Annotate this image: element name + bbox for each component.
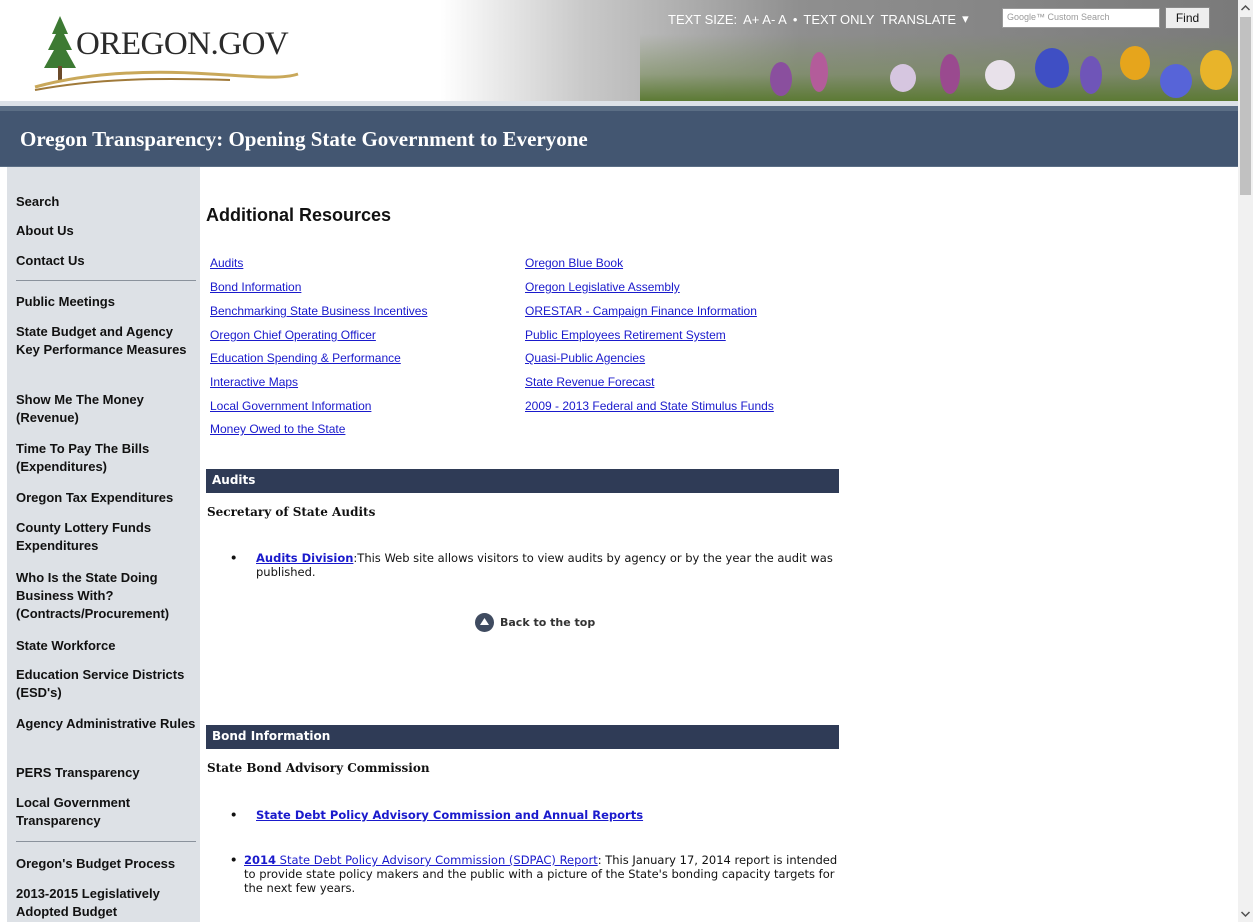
sidebar-item-pers[interactable]: PERS Transparency (16, 764, 196, 782)
tools-separator: • (792, 11, 798, 27)
text-only-link[interactable]: TEXT ONLY (803, 12, 874, 27)
resource-link[interactable]: Bond Information (210, 280, 301, 294)
logo-swoosh-icon (34, 70, 299, 91)
resource-link[interactable]: State Revenue Forecast (525, 375, 654, 389)
sidebar-divider (16, 280, 196, 281)
resource-link[interactable]: Benchmarking State Business Incentives (210, 304, 427, 318)
find-button[interactable]: Find (1165, 7, 1210, 29)
site-logo-text[interactable]: OREGON.GOV (76, 26, 289, 63)
banner-bar: Oregon Transparency: Opening State Gover… (0, 111, 1238, 166)
section-header-bonds: Bond Information (206, 725, 839, 749)
sidebar-item-state-workforce[interactable]: State Workforce (16, 637, 196, 655)
sidebar-nav: Search About Us Contact Us Public Meetin… (7, 167, 200, 922)
list-item: • 2014 State Debt Policy Advisory Commis… (230, 853, 840, 895)
translate-link[interactable]: TRANSLATE (880, 12, 956, 27)
page-title: Additional Resources (206, 205, 392, 225)
scroll-down-icon[interactable] (1238, 905, 1253, 922)
resource-link[interactable]: Oregon Blue Book (525, 256, 623, 270)
sdpac-year-link[interactable]: 2014 (244, 853, 276, 867)
scrollbar-thumb[interactable] (1240, 17, 1251, 195)
bullet-icon: • (230, 808, 238, 822)
sidebar-item-state-budget[interactable]: State Budget and Agency Key Performance … (16, 323, 196, 359)
back-to-top-label: Back to the top (500, 616, 596, 629)
sidebar-item-tax-expenditures[interactable]: Oregon Tax Expenditures (16, 489, 196, 507)
arrow-up-icon (475, 613, 494, 632)
section-title: Bond Information (212, 729, 331, 743)
search-input[interactable]: Google™ Custom Search (1002, 8, 1160, 28)
sidebar-item-admin-rules[interactable]: Agency Administrative Rules (16, 715, 196, 733)
text-size-options[interactable]: A+ A- A (743, 12, 787, 27)
sidebar-item-public-meetings[interactable]: Public Meetings (16, 293, 196, 311)
sidebar-item-about-us[interactable]: About Us (16, 222, 196, 240)
bullet-icon: • (230, 853, 238, 867)
sidebar-item-contact-us[interactable]: Contact Us (16, 252, 196, 270)
site-header: OREGON.GOV TEXT SIZE: A+ A- A • TEXT ONL… (0, 0, 1238, 101)
sidebar-item-contracts[interactable]: Who Is the State Doing Business With? (C… (16, 569, 196, 623)
resource-link[interactable]: ORESTAR - Campaign Finance Information (525, 304, 757, 318)
section-title: Audits (212, 473, 256, 487)
section-header-audits: Audits (206, 469, 839, 493)
sidebar-item-local-gov[interactable]: Local Government Transparency (16, 794, 196, 830)
chevron-down-icon[interactable]: ▾ (962, 11, 969, 27)
sidebar-item-budget-process[interactable]: Oregon's Budget Process (16, 855, 196, 873)
resource-link[interactable]: Money Owed to the State (210, 422, 345, 436)
resource-link[interactable]: Audits (210, 256, 243, 270)
resource-link[interactable]: Oregon Legislative Assembly (525, 280, 680, 294)
section-subheading: Secretary of State Audits (207, 505, 376, 519)
resource-link[interactable]: Quasi-Public Agencies (525, 351, 645, 365)
main-content: Additional Resources Audits Bond Informa… (200, 167, 1238, 922)
sidebar-item-county-lottery[interactable]: County Lottery Funds Expenditures (16, 519, 196, 555)
resource-link[interactable]: Local Government Information (210, 399, 371, 413)
page-scrollbar[interactable] (1238, 0, 1253, 922)
text-size-label: TEXT SIZE: (668, 11, 738, 27)
audits-division-link[interactable]: Audits Division (256, 551, 353, 565)
section-subheading: State Bond Advisory Commission (207, 761, 430, 775)
banner-title: Oregon Transparency: Opening State Gover… (20, 127, 588, 151)
bullet-icon: • (230, 551, 238, 565)
sdpac-reports-link[interactable]: State Debt Policy Advisory Commission an… (256, 808, 643, 822)
list-item: • State Debt Policy Advisory Commission … (230, 808, 840, 822)
sidebar-item-adopted-budget[interactable]: 2013-2015 Legislatively Adopted Budget (16, 885, 196, 921)
resource-link[interactable]: Education Spending & Performance (210, 351, 401, 365)
sidebar-divider (16, 841, 196, 842)
flower-photo (640, 34, 1238, 101)
sidebar-item-show-me-the-money[interactable]: Show Me The Money (Revenue) (16, 391, 196, 427)
sidebar-item-esd[interactable]: Education Service Districts (ESD's) (16, 666, 196, 702)
page-banner: Oregon Transparency: Opening State Gover… (0, 101, 1238, 167)
header-tools: TEXT SIZE: A+ A- A • TEXT ONLY TRANSLATE… (668, 9, 975, 29)
sidebar-item-time-to-pay[interactable]: Time To Pay The Bills (Expenditures) (16, 440, 196, 476)
resource-link[interactable]: Public Employees Retirement System (525, 328, 726, 342)
back-to-top-link[interactable]: Back to the top (475, 613, 595, 632)
scroll-up-icon[interactable] (1238, 0, 1253, 17)
list-item: • Audits Division:This Web site allows v… (230, 551, 840, 579)
sidebar-item-search[interactable]: Search (16, 193, 196, 211)
resource-link[interactable]: Oregon Chief Operating Officer (210, 328, 376, 342)
resource-link[interactable]: 2009 - 2013 Federal and State Stimulus F… (525, 399, 774, 413)
resource-link[interactable]: Interactive Maps (210, 375, 298, 389)
sdpac-report-link[interactable]: State Debt Policy Advisory Commission (S… (276, 853, 598, 867)
